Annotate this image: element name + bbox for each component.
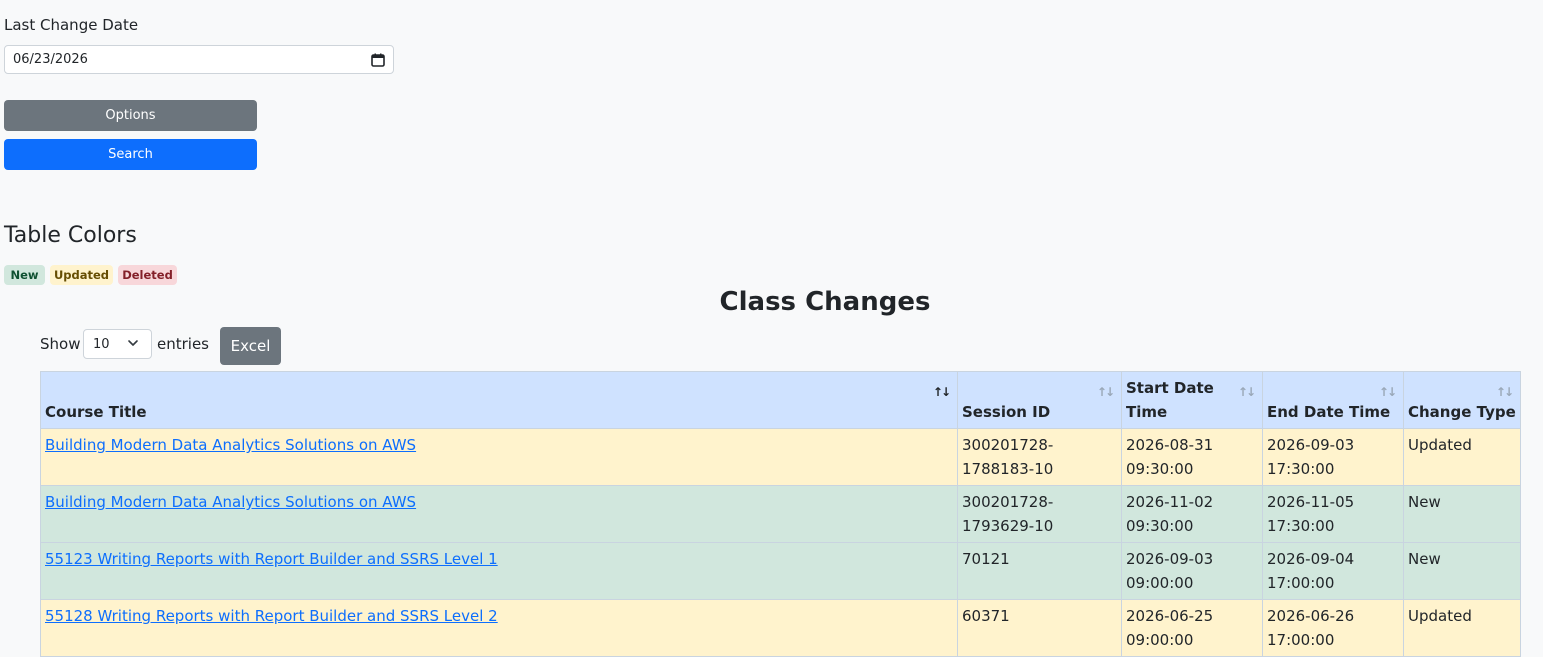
table-row: 55123 Writing Reports with Report Builde…	[40, 542, 1521, 600]
cell-change-type: New	[1403, 485, 1521, 543]
table-row: Building Modern Data Analytics Solutions…	[40, 428, 1521, 486]
entries-select-value: 10	[93, 336, 110, 352]
table-colors-heading: Table Colors	[4, 223, 137, 248]
class-changes-table: Course Title ↑↓ Session ID ↑↓ Start Date T…	[40, 371, 1521, 657]
column-header-label: End Date Time	[1267, 403, 1391, 421]
sort-arrows-icon[interactable]: ↑↓	[1097, 380, 1115, 404]
chevron-down-icon	[127, 337, 139, 353]
legend-badge-deleted: Deleted	[118, 265, 177, 285]
table-row: Building Modern Data Analytics Solutions…	[40, 485, 1521, 543]
column-header-label: Change Type	[1408, 403, 1516, 421]
show-label: Show	[40, 335, 81, 353]
sort-arrows-icon[interactable]: ↑↓	[933, 380, 951, 404]
cell-session-id: 300201728-1793629-10	[957, 485, 1122, 543]
table-row: 55128 Writing Reports with Report Builde…	[40, 599, 1521, 657]
page-title: Class Changes	[719, 287, 931, 317]
column-header-session-id[interactable]: Session ID ↑↓	[957, 371, 1122, 429]
column-header-label: Start Date Time	[1126, 379, 1214, 421]
date-value: 06/23/2026	[13, 52, 88, 67]
legend-badge-updated: Updated	[50, 265, 113, 285]
options-button[interactable]: Options	[4, 100, 257, 131]
entries-per-page-select[interactable]: 10	[83, 329, 152, 359]
last-change-date-input[interactable]: 06/23/2026	[4, 45, 394, 74]
search-button[interactable]: Search	[4, 139, 257, 170]
cell-change-type: Updated	[1403, 428, 1521, 486]
cell-end-date-time: 2026-11-05 17:30:00	[1262, 485, 1404, 543]
column-header-label: Course Title	[45, 403, 147, 421]
course-title-link[interactable]: Building Modern Data Analytics Solutions…	[45, 493, 416, 511]
excel-export-button[interactable]: Excel	[220, 327, 281, 365]
cell-course-title: Building Modern Data Analytics Solutions…	[40, 428, 958, 486]
column-header-course-title[interactable]: Course Title ↑↓	[40, 371, 958, 429]
cell-end-date-time: 2026-06-26 17:00:00	[1262, 599, 1404, 657]
last-change-date-label: Last Change Date	[4, 16, 139, 34]
cell-end-date-time: 2026-09-03 17:30:00	[1262, 428, 1404, 486]
cell-start-date-time: 2026-11-02 09:30:00	[1121, 485, 1263, 543]
sort-arrows-icon[interactable]: ↑↓	[1496, 380, 1514, 404]
cell-end-date-time: 2026-09-04 17:00:00	[1262, 542, 1404, 600]
cell-start-date-time: 2026-06-25 09:00:00	[1121, 599, 1263, 657]
calendar-icon[interactable]	[371, 53, 385, 67]
cell-course-title: 55123 Writing Reports with Report Builde…	[40, 542, 958, 600]
cell-session-id: 70121	[957, 542, 1122, 600]
cell-change-type: New	[1403, 542, 1521, 600]
entries-label: entries	[157, 335, 209, 353]
course-title-link[interactable]: 55128 Writing Reports with Report Builde…	[45, 607, 498, 625]
cell-start-date-time: 2026-08-31 09:30:00	[1121, 428, 1263, 486]
cell-session-id: 300201728-1788183-10	[957, 428, 1122, 486]
course-title-link[interactable]: Building Modern Data Analytics Solutions…	[45, 436, 416, 454]
column-header-change-type[interactable]: Change Type ↑↓	[1403, 371, 1521, 429]
column-header-label: Session ID	[962, 403, 1051, 421]
cell-session-id: 60371	[957, 599, 1122, 657]
sort-arrows-icon[interactable]: ↑↓	[1379, 380, 1397, 404]
cell-course-title: Building Modern Data Analytics Solutions…	[40, 485, 958, 543]
table-header-row: Course Title ↑↓ Session ID ↑↓ Start Date T…	[40, 371, 1521, 429]
column-header-start-date-time[interactable]: Start Date Time ↑↓	[1121, 371, 1263, 429]
sort-arrows-icon[interactable]: ↑↓	[1238, 380, 1256, 404]
course-title-link[interactable]: 55123 Writing Reports with Report Builde…	[45, 550, 498, 568]
cell-start-date-time: 2026-09-03 09:00:00	[1121, 542, 1263, 600]
legend-badge-new: New	[4, 265, 45, 285]
cell-course-title: 55128 Writing Reports with Report Builde…	[40, 599, 958, 657]
cell-change-type: Updated	[1403, 599, 1521, 657]
column-header-end-date-time[interactable]: End Date Time ↑↓	[1262, 371, 1404, 429]
